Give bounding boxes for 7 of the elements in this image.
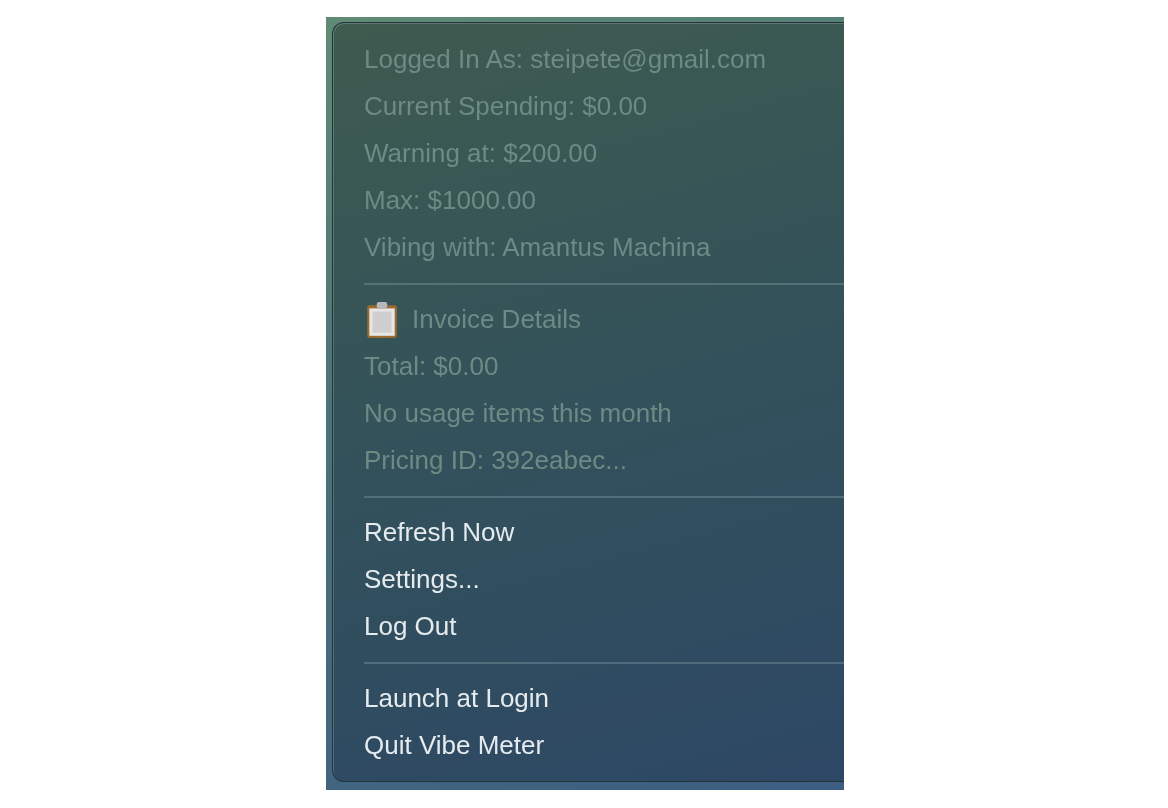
menu-item[interactable]: Refresh Now (364, 509, 515, 556)
clipboard-icon (364, 300, 400, 339)
menu-item[interactable]: Quit Vibe Meter (364, 722, 545, 769)
menu-item-label: Invoice Details (412, 303, 582, 336)
menu-item[interactable]: Launch at Login (364, 675, 550, 722)
menu-item[interactable]: Log Out (364, 603, 457, 650)
menu-item[interactable]: Settings... (364, 556, 480, 603)
